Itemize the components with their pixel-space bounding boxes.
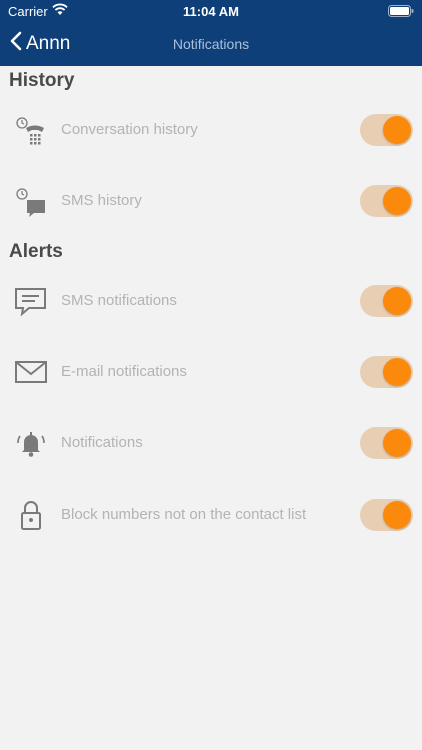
setting-label: Block numbers not on the contact list	[61, 506, 307, 523]
setting-label: SMS notifications	[61, 292, 177, 309]
conversation-history-toggle[interactable]	[360, 114, 413, 146]
toggle-knob	[383, 116, 411, 144]
navigation-bar: Annn Notifications	[0, 22, 422, 66]
setting-label: E-mail notifications	[61, 363, 187, 380]
setting-row-sms-history: SMS history	[0, 176, 422, 226]
toggle-knob	[383, 187, 411, 215]
status-time: 11:04 AM	[183, 4, 239, 19]
chat-bubble-icon	[13, 285, 49, 317]
setting-row-conversation-history: Conversation history	[0, 105, 422, 155]
notifications-toggle[interactable]	[360, 427, 413, 459]
phone-history-icon	[13, 114, 49, 146]
lock-icon	[13, 499, 49, 531]
toggle-knob	[383, 358, 411, 386]
setting-label: Conversation history	[61, 121, 198, 138]
status-bar: Carrier 11:04 AM	[0, 0, 422, 22]
setting-label: SMS history	[61, 192, 142, 209]
top-bar: Carrier 11:04 AM Annn Notifications	[0, 0, 422, 66]
section-header-history: History	[9, 70, 75, 91]
setting-row-sms-notifications: SMS notifications	[0, 276, 422, 326]
toggle-knob	[383, 287, 411, 315]
toggle-knob	[383, 429, 411, 457]
sms-history-toggle[interactable]	[360, 185, 413, 217]
sms-notifications-toggle[interactable]	[360, 285, 413, 317]
block-unknown-numbers-toggle[interactable]	[360, 499, 413, 531]
setting-row-notifications: Notifications	[0, 418, 422, 468]
bell-icon	[13, 427, 49, 459]
page-title: Notifications	[172, 36, 250, 52]
email-notifications-toggle[interactable]	[360, 356, 413, 388]
sms-history-icon	[13, 185, 49, 217]
setting-row-block-unknown-numbers: Block numbers not on the contact list	[0, 490, 422, 540]
envelope-icon	[13, 356, 49, 388]
toggle-knob	[383, 501, 411, 529]
section-header-alerts: Alerts	[9, 241, 63, 262]
setting-row-email-notifications: E-mail notifications	[0, 347, 422, 397]
battery-icon	[388, 5, 414, 20]
setting-label: Notifications	[61, 434, 143, 451]
